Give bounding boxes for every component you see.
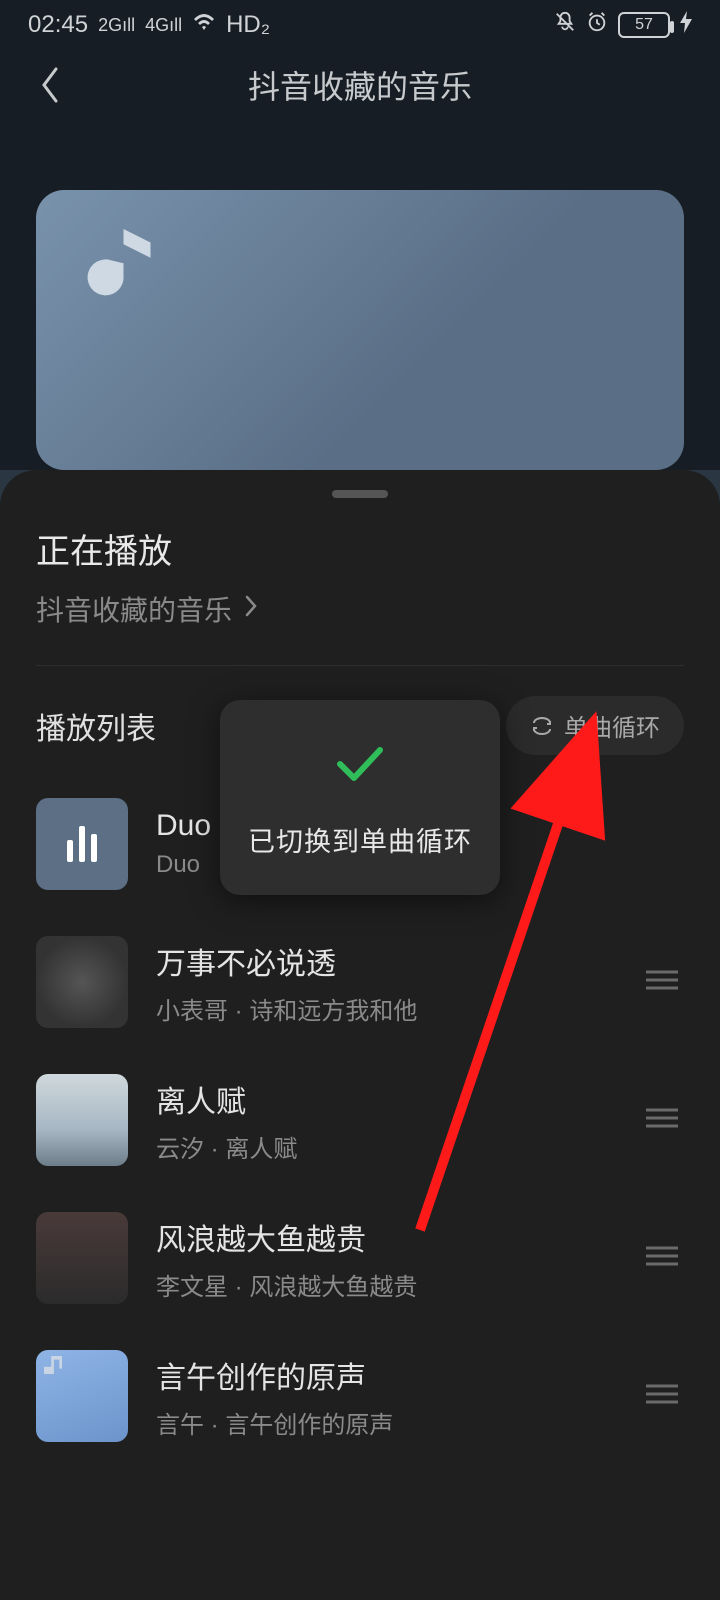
drag-handle-icon[interactable]	[644, 1382, 684, 1411]
song-subtitle: 李文星 · 风浪越大鱼越贵	[156, 1267, 616, 1302]
song-cover	[36, 1212, 128, 1304]
song-cover	[36, 1350, 128, 1442]
page-title: 抖音收藏的音乐	[70, 62, 690, 108]
loop-mode-label: 单曲循环	[564, 708, 660, 743]
music-note-icon	[74, 220, 164, 310]
album-art-card[interactable]	[36, 190, 684, 470]
sheet-drag-handle[interactable]	[332, 490, 388, 498]
song-title: 离人赋	[156, 1077, 616, 1121]
song-row[interactable]: 离人赋 云汐 · 离人赋	[36, 1051, 684, 1189]
divider	[36, 665, 684, 666]
equalizer-icon	[67, 826, 97, 862]
song-cover	[36, 1074, 128, 1166]
song-subtitle: 小表哥 · 诗和远方我和他	[156, 991, 616, 1026]
song-title: 言午创作的原声	[156, 1353, 616, 1397]
wifi-icon	[192, 11, 216, 39]
song-subtitle: 言午 · 言午创作的原声	[156, 1405, 616, 1440]
check-icon	[334, 744, 386, 784]
status-time: 02:45	[28, 11, 88, 39]
song-title: 万事不必说透	[156, 939, 616, 983]
song-subtitle: 云汐 · 离人赋	[156, 1129, 616, 1164]
top-header: 抖音收藏的音乐	[0, 50, 720, 120]
now-playing-sheet: 正在播放 抖音收藏的音乐 播放列表 单曲循环 Duo Duo 万事	[0, 470, 720, 1600]
song-cover-playing	[36, 798, 128, 890]
signal-4g-icon: 4Gıll	[145, 15, 182, 36]
drag-handle-icon[interactable]	[644, 968, 684, 997]
drag-handle-icon[interactable]	[644, 1106, 684, 1135]
loop-mode-button[interactable]: 单曲循环	[506, 696, 684, 755]
song-row[interactable]: 万事不必说透 小表哥 · 诗和远方我和他	[36, 913, 684, 1051]
now-playing-source-link[interactable]: 抖音收藏的音乐	[36, 589, 684, 629]
signal-2g-icon: 2Gıll	[98, 15, 135, 36]
song-title: 风浪越大鱼越贵	[156, 1215, 616, 1259]
back-button[interactable]	[30, 65, 70, 105]
source-label: 抖音收藏的音乐	[36, 589, 232, 629]
chevron-right-icon	[244, 593, 258, 625]
toast: 已切换到单曲循环	[220, 700, 500, 895]
bell-off-icon	[554, 11, 576, 40]
hd-label: HD₂	[226, 11, 270, 39]
song-row[interactable]: 风浪越大鱼越贵 李文星 · 风浪越大鱼越贵	[36, 1189, 684, 1327]
alarm-icon	[586, 11, 608, 40]
song-row[interactable]: 言午创作的原声 言午 · 言午创作的原声	[36, 1327, 684, 1465]
status-bar: 02:45 2Gıll 4Gıll HD₂ 57	[0, 0, 720, 50]
battery-icon: 57	[618, 12, 670, 38]
playlist-heading: 播放列表	[36, 704, 156, 748]
drag-handle-icon[interactable]	[644, 1244, 684, 1273]
charging-icon	[680, 11, 692, 40]
toast-message: 已切换到单曲循环	[248, 820, 472, 859]
repeat-icon	[530, 714, 554, 738]
song-cover	[36, 936, 128, 1028]
now-playing-heading: 正在播放	[36, 524, 684, 573]
